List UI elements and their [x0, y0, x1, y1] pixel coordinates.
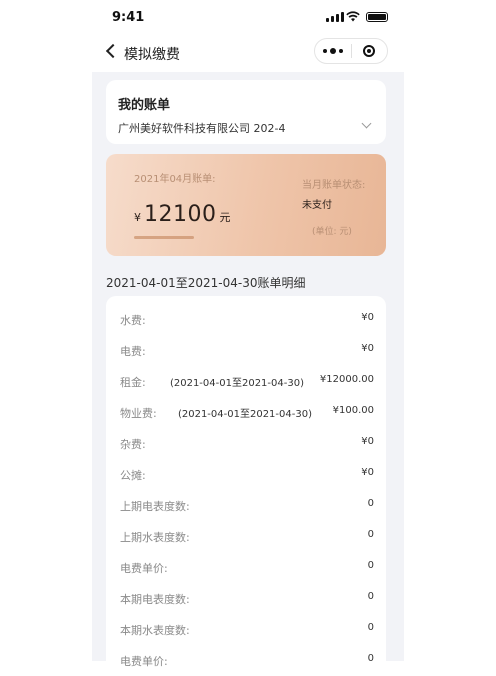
account-selector[interactable]: 广州美好软件科技有限公司 202-4 [118, 120, 285, 136]
detail-row: 租金: (2021-04-01至2021-04-30) ¥12000.00 [106, 358, 386, 389]
battery-icon [366, 12, 388, 22]
nav-bar: 模拟缴费 [92, 34, 404, 72]
detail-row: 公摊: ¥0 [106, 451, 386, 482]
bill-amount: ¥ 12100 元 [134, 202, 231, 227]
bill-status: 未支付 [302, 200, 332, 211]
detail-value: ¥0 [361, 467, 374, 478]
detail-value: 0 [367, 498, 374, 509]
detail-label: 物业费: [120, 407, 157, 420]
status-time: 9:41 [112, 10, 145, 25]
miniprogram-capsule [314, 38, 388, 64]
unit-note: (单位: 元) [312, 227, 352, 237]
detail-value: 0 [367, 529, 374, 540]
detail-row: 电费单价: 0 [106, 637, 386, 668]
detail-value: 0 [367, 560, 374, 571]
close-miniprogram-icon[interactable] [352, 45, 388, 57]
detail-label: 杂费: [120, 438, 146, 451]
detail-value: ¥0 [361, 436, 374, 447]
detail-label: 电费单价: [120, 655, 168, 668]
detail-period: (2021-04-01至2021-04-30) [177, 409, 312, 420]
detail-label: 水费: [120, 314, 146, 327]
amount-unit: 元 [219, 211, 231, 224]
detail-label: 租金: [120, 376, 146, 389]
status-bar: 9:41 [92, 0, 404, 34]
detail-row: 电费单价: 0 [106, 544, 386, 575]
bill-detail-list: 水费: ¥0 电费: ¥0 租金: (2021-04-01至2021-04-30… [106, 296, 386, 676]
detail-value: ¥100.00 [332, 405, 374, 416]
detail-label: 本期电表度数: [120, 593, 190, 606]
detail-value: 0 [367, 591, 374, 602]
detail-label: 电费单价: [120, 562, 168, 575]
back-arrow-icon[interactable] [102, 42, 120, 60]
detail-row: 本期水表度数: 0 [106, 606, 386, 637]
more-icon[interactable] [315, 48, 351, 54]
detail-value: 0 [367, 622, 374, 633]
detail-section-title: 2021-04-01至2021-04-30账单明细 [106, 276, 306, 290]
page-title: 模拟缴费 [124, 47, 180, 63]
detail-label: 电费: [120, 345, 146, 358]
bill-status-label: 当月账单状态: [302, 180, 366, 191]
signal-icon [326, 12, 344, 22]
detail-value: ¥12000.00 [319, 374, 374, 385]
detail-label: 本期水表度数: [120, 624, 190, 637]
detail-label: 上期电表度数: [120, 500, 190, 513]
detail-row: 本期电表度数: 0 [106, 575, 386, 606]
detail-row: 杂费: ¥0 [106, 420, 386, 451]
account-card[interactable]: 我的账单 广州美好软件科技有限公司 202-4 [106, 80, 386, 144]
detail-period: (2021-04-01至2021-04-30) [169, 378, 304, 389]
detail-row: 水费: ¥0 [106, 296, 386, 327]
wifi-icon [346, 11, 360, 22]
detail-row: 电费: ¥0 [106, 327, 386, 358]
amount-underline [134, 236, 194, 239]
detail-value: 0 [367, 653, 374, 664]
detail-label: 上期水表度数: [120, 531, 190, 544]
bill-month-label: 2021年04月账单: [134, 174, 216, 185]
phone-screen: 9:41 模拟缴费 我的账单 广州美好软件科技有限公司 202-4 2021年0… [92, 0, 404, 676]
currency-symbol: ¥ [134, 211, 141, 224]
detail-value: ¥0 [361, 343, 374, 354]
detail-row: 物业费: (2021-04-01至2021-04-30) ¥100.00 [106, 389, 386, 420]
detail-row: 上期电表度数: 0 [106, 482, 386, 513]
detail-row: 上期水表度数: 0 [106, 513, 386, 544]
chevron-down-icon[interactable] [361, 118, 372, 129]
amount-value: 12100 [144, 202, 217, 227]
account-card-title: 我的账单 [118, 98, 171, 113]
detail-label: 公摊: [120, 469, 146, 482]
detail-value: ¥0 [361, 312, 374, 323]
bill-summary-card: 2021年04月账单: ¥ 12100 元 当月账单状态: 未支付 (单位: 元… [106, 154, 386, 256]
